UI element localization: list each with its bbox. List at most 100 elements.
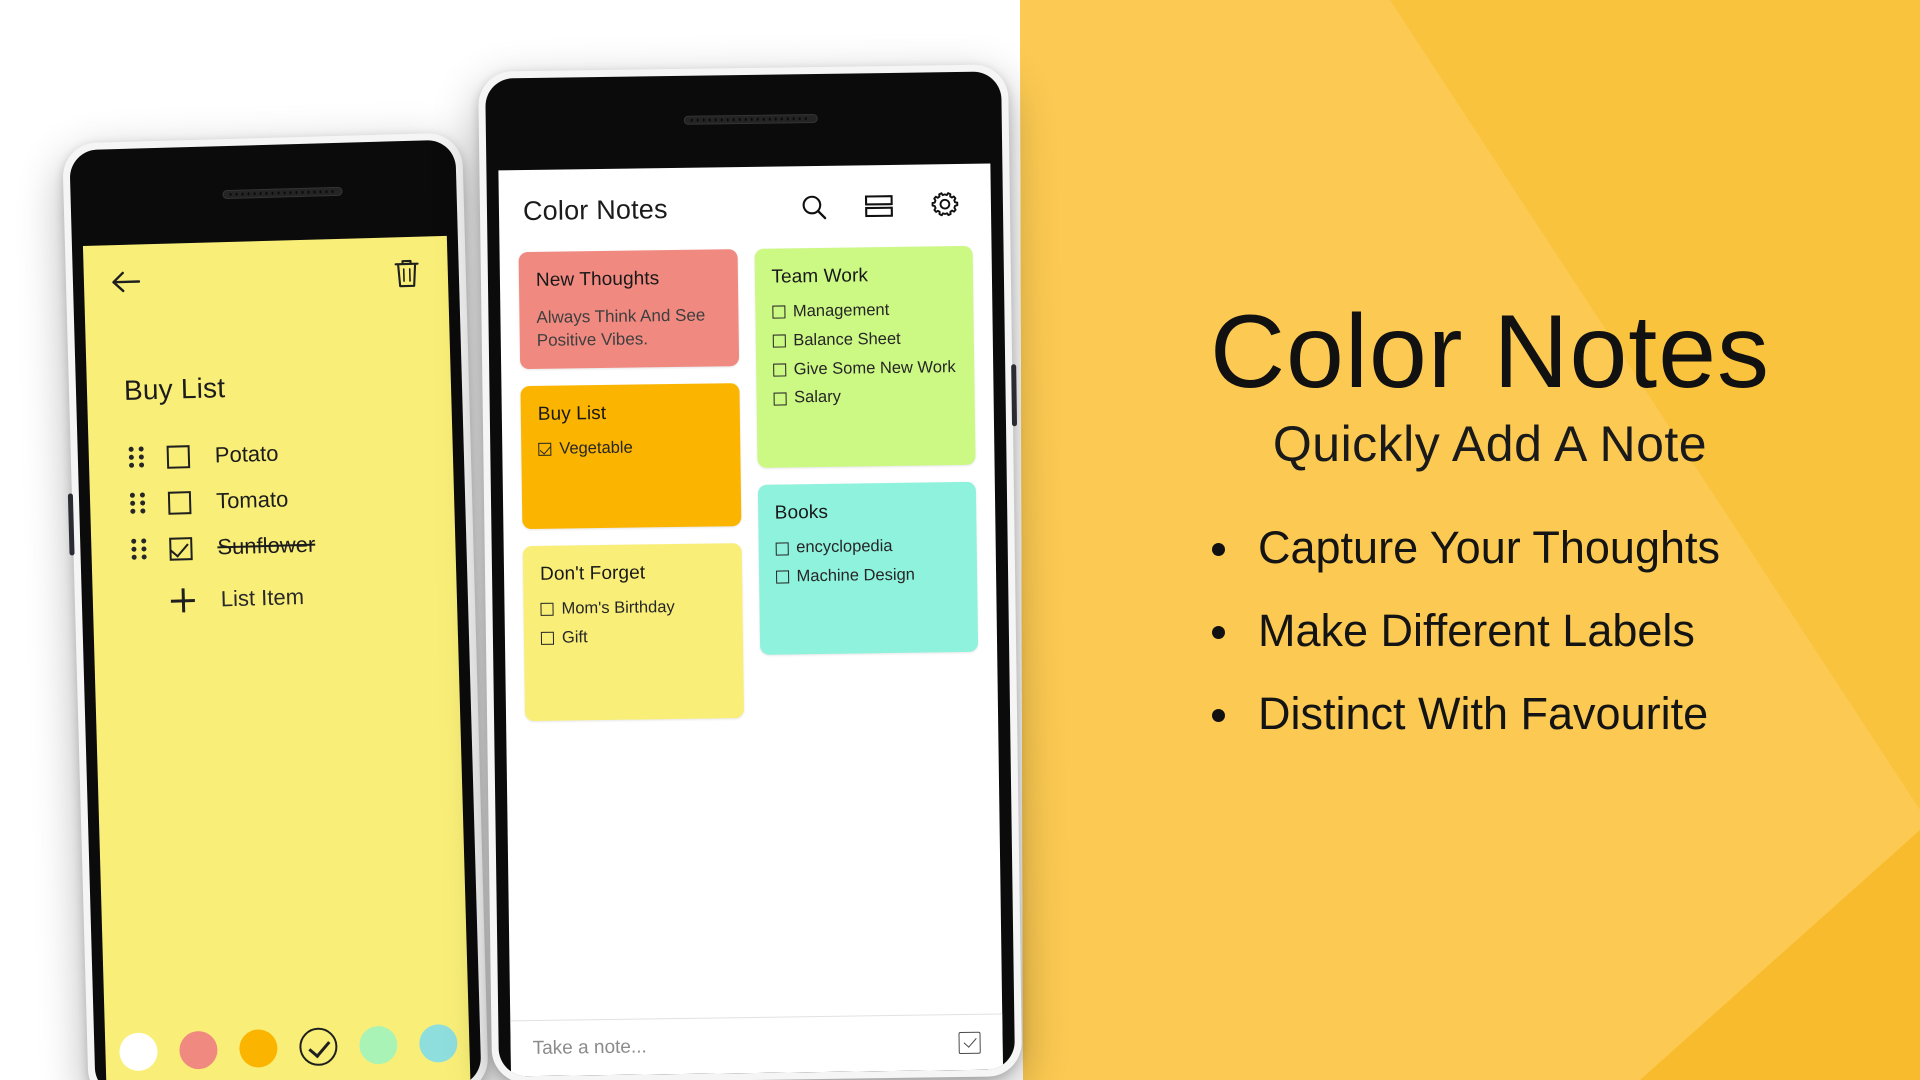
note-checklist-item[interactable]: Balance Sheet <box>772 329 957 351</box>
plus-icon[interactable] <box>171 588 196 613</box>
compose-note-bar[interactable]: Take a note... <box>510 1013 1004 1077</box>
note-checklist-item[interactable]: encyclopedia <box>775 536 960 558</box>
earpiece-speaker-icon <box>683 113 818 125</box>
checkbox-icon[interactable] <box>773 392 787 406</box>
add-list-item-label[interactable]: List Item <box>221 584 305 612</box>
checkbox-icon[interactable] <box>772 334 786 348</box>
note-detail-toolbar <box>83 236 449 318</box>
note-card-new-thoughts[interactable]: New Thoughts Always Think And See Positi… <box>518 249 739 370</box>
bullet-dot-icon <box>1212 626 1225 639</box>
color-swatch-light-green[interactable] <box>358 1025 398 1065</box>
note-checklist-item[interactable]: Gift <box>540 626 726 648</box>
note-detail-title[interactable]: Buy List <box>124 372 226 407</box>
power-button[interactable] <box>1011 364 1018 427</box>
note-checklist-item[interactable]: Salary <box>773 386 958 408</box>
promo-feature-label: Make Different Labels <box>1258 605 1695 656</box>
promo-screenshot: Color Notes Quickly Add A Note Capture Y… <box>0 0 1920 1080</box>
note-checklist-item[interactable]: Management <box>771 300 957 322</box>
checkbox-icon[interactable] <box>540 602 554 616</box>
front-phone-bezel: Color Notes New Thoughts Always Think An… <box>485 71 1016 1077</box>
app-title: Color Notes <box>522 193 668 226</box>
bullet-dot-icon <box>1212 709 1225 722</box>
promo-feature-item: Distinct With Favourite <box>1212 691 1912 736</box>
trash-icon[interactable] <box>393 257 420 290</box>
checkbox-icon[interactable] <box>166 444 191 469</box>
note-card-spacer <box>539 466 724 513</box>
note-card-body: Always Think And See Positive Vibes. <box>536 305 706 351</box>
checkbox-checked-icon[interactable] <box>538 443 552 457</box>
color-swatch-white[interactable] <box>118 1032 158 1072</box>
color-swatch-yellow-selected[interactable] <box>298 1027 338 1067</box>
note-detail-checklist: Potato Tomato Sunflower List Item <box>88 426 457 626</box>
checkbox-icon[interactable] <box>775 541 789 556</box>
note-checklist-label: Gift <box>561 627 588 647</box>
color-swatch-salmon[interactable] <box>178 1030 218 1070</box>
checkbox-icon[interactable] <box>775 570 789 584</box>
note-card-spacer <box>541 655 726 706</box>
promo-feature-item: Make Different Labels <box>1212 608 1912 653</box>
note-card-buy-list[interactable]: Buy List Vegetable <box>520 382 741 529</box>
note-checklist-label: Give Some New Work <box>793 357 956 378</box>
gear-icon[interactable] <box>931 191 959 219</box>
front-phone-device: Color Notes New Thoughts Always Think An… <box>478 64 1023 1080</box>
note-checklist-item[interactable]: Mom's Birthday <box>540 597 725 619</box>
arrow-left-icon[interactable] <box>110 266 143 297</box>
note-card-spacer <box>776 594 961 639</box>
note-checklist-item[interactable]: Give Some New Work <box>772 357 958 380</box>
note-card-dont-forget[interactable]: Don't Forget Mom's Birthday Gift <box>522 542 744 722</box>
promo-feature-item: Capture Your Thoughts <box>1212 525 1912 570</box>
promo-subtitle: Quickly Add A Note <box>1272 416 1708 472</box>
note-checklist-label: Machine Design <box>796 565 916 586</box>
drag-handle-icon[interactable] <box>129 492 147 514</box>
bullet-dot-icon <box>1212 543 1225 556</box>
color-swatch-bar <box>104 1000 470 1080</box>
app-bar: Color Notes <box>498 164 991 253</box>
note-card-spacer <box>773 415 958 452</box>
earpiece-speaker-icon <box>222 186 343 200</box>
checklist-row[interactable]: Sunflower <box>91 518 456 574</box>
note-checklist-label: encyclopedia <box>796 537 893 557</box>
promo-content: Color Notes Quickly Add A Note Capture Y… <box>1060 0 1920 1080</box>
note-card-title: Team Work <box>771 265 869 288</box>
checkbox-icon[interactable] <box>167 490 192 515</box>
checkbox-check-icon[interactable] <box>958 1031 981 1054</box>
checklist-item-label[interactable]: Potato <box>214 441 278 469</box>
checkbox-checked-icon[interactable] <box>169 536 193 561</box>
drag-handle-icon[interactable] <box>131 538 148 560</box>
note-checklist-label: Vegetable <box>559 438 633 458</box>
promo-title: Color Notes <box>1209 294 1771 410</box>
promo-feature-label: Distinct With Favourite <box>1258 688 1709 739</box>
notes-column-right: Team Work Management Balance Sheet Give … <box>754 245 979 718</box>
note-card-title: New Thoughts <box>535 268 660 291</box>
checkbox-icon[interactable] <box>540 631 555 645</box>
back-phone-bezel: Buy List Potato Tomato Sunflower List It… <box>69 139 482 1080</box>
notes-column-left: New Thoughts Always Think And See Positi… <box>518 249 744 722</box>
note-checklist-item[interactable]: Machine Design <box>775 565 960 587</box>
note-checklist-label: Mom's Birthday <box>561 597 675 618</box>
note-card-team-work[interactable]: Team Work Management Balance Sheet Give … <box>754 245 976 469</box>
front-phone-screen: Color Notes New Thoughts Always Think An… <box>498 163 1004 1077</box>
add-list-item-row[interactable]: List Item <box>92 570 457 626</box>
checklist-item-label[interactable]: Tomato <box>216 486 289 514</box>
note-checklist-label: Balance Sheet <box>793 329 901 350</box>
compose-note-placeholder[interactable]: Take a note... <box>533 1036 647 1060</box>
note-checklist-item[interactable]: Vegetable <box>538 437 723 459</box>
back-phone-device: Buy List Potato Tomato Sunflower List It… <box>62 132 489 1080</box>
checkbox-icon[interactable] <box>772 363 786 377</box>
checklist-item-label[interactable]: Sunflower <box>217 532 316 561</box>
list-view-icon[interactable] <box>864 195 893 218</box>
color-swatch-amber[interactable] <box>238 1028 278 1068</box>
app-bar-actions <box>801 191 959 221</box>
note-card-books[interactable]: Books encyclopedia Machine Design <box>757 481 979 655</box>
volume-button[interactable] <box>67 493 75 556</box>
drag-handle-icon[interactable] <box>128 446 146 468</box>
note-card-title: Buy List <box>537 402 607 425</box>
note-card-title: Don't Forget <box>539 562 646 585</box>
checkbox-icon[interactable] <box>771 305 786 320</box>
notes-grid: New Thoughts Always Think And See Positi… <box>518 245 980 722</box>
promo-feature-label: Capture Your Thoughts <box>1258 522 1721 573</box>
note-checklist-label: Salary <box>793 388 842 407</box>
back-phone-screen: Buy List Potato Tomato Sunflower List It… <box>82 235 471 1080</box>
search-icon[interactable] <box>801 194 827 220</box>
color-swatch-teal[interactable] <box>418 1023 458 1063</box>
